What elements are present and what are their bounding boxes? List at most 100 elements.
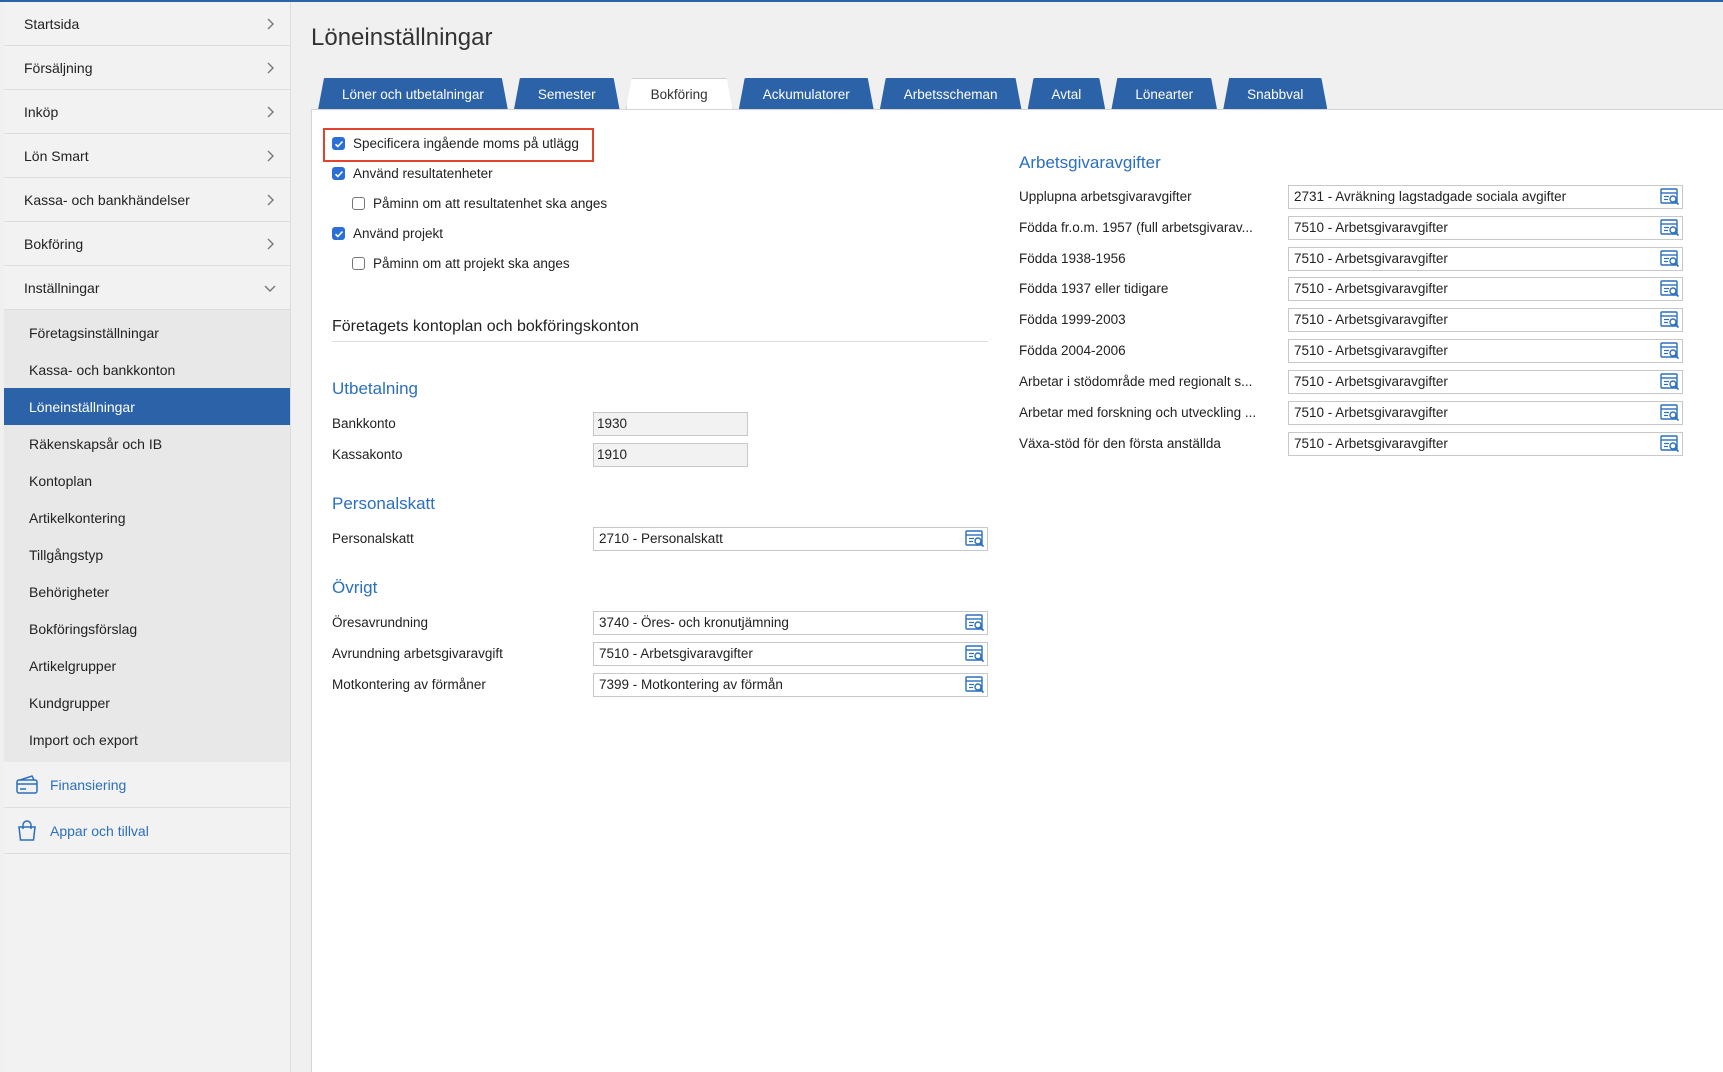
fodda-1957-account-input[interactable]: 7510 - Arbetsgivaravgifter (1288, 216, 1683, 240)
chevron-right-icon (262, 236, 278, 252)
chevron-right-icon (262, 148, 278, 164)
motkontering-account-input[interactable]: 7399 - Motkontering av förmån (593, 673, 988, 697)
account-value: 3740 - Öres- och kronutjämning (599, 615, 789, 630)
sidebar-item-import-export[interactable]: Import och export (4, 721, 290, 758)
account-value: 7510 - Arbetsgivaravgifter (1294, 405, 1448, 420)
sidebar-item-kassa-bankkonton[interactable]: Kassa- och bankkonton (4, 351, 290, 388)
nav-item-bokforing[interactable]: Bokföring (4, 222, 290, 266)
checkbox-use-result-units[interactable] (332, 167, 345, 180)
personalskatt-account-input[interactable]: 2710 - Personalskatt (593, 527, 988, 551)
fodda-1938-1956-account-input[interactable]: 7510 - Arbetsgivaravgifter (1288, 247, 1683, 271)
checkbox-label: Påminn om att resultatenhet ska anges (373, 196, 608, 211)
nav-item-label: Inköp (24, 103, 59, 120)
checkbox-row-remind-project: Påminn om att projekt ska anges (352, 256, 570, 271)
account-value: 7510 - Arbetsgivaravgifter (1294, 281, 1448, 296)
section-divider (332, 341, 988, 342)
finance-card-icon (14, 772, 40, 798)
account-lookup-icon[interactable] (1660, 435, 1680, 453)
field-label-vaxa-stod: Växa-stöd för den första anställda (1019, 436, 1221, 451)
sidebar-item-foretagsinstallningar[interactable]: Företagsinställningar (4, 314, 290, 351)
nav-item-label: Finansiering (50, 776, 127, 793)
account-lookup-icon[interactable] (965, 530, 985, 548)
fodda-2004-2006-account-input[interactable]: 7510 - Arbetsgivaravgifter (1288, 339, 1683, 363)
field-label-fodda-1957: Födda fr.o.m. 1957 (full arbetsgivarav..… (1019, 220, 1253, 235)
account-lookup-icon[interactable] (1660, 280, 1680, 298)
field-label-upplupna: Upplupna arbetsgivaravgifter (1019, 189, 1192, 204)
nav-item-forsaljning[interactable]: Försäljning (4, 46, 290, 90)
sidebar-item-kontoplan[interactable]: Kontoplan (4, 462, 290, 499)
sidebar-item-tillgangstyp[interactable]: Tillgångstyp (4, 536, 290, 573)
chevron-right-icon (262, 104, 278, 120)
nav-item-startsida[interactable]: Startsida (4, 2, 290, 46)
sidebar-item-artikelkontering[interactable]: Artikelkontering (4, 499, 290, 536)
nav-item-kassa-bankhandelser[interactable]: Kassa- och bankhändelser (4, 178, 290, 222)
tab-snabbval[interactable]: Snabbval (1223, 78, 1327, 110)
checkbox-remind-result-unit[interactable] (352, 197, 365, 210)
nav-item-finansiering[interactable]: Finansiering (4, 762, 290, 808)
account-lookup-icon[interactable] (1660, 219, 1680, 237)
account-value: 7399 - Motkontering av förmån (599, 677, 783, 692)
nav-item-label: Inställningar (24, 279, 100, 296)
nav-item-label: Försäljning (24, 59, 93, 76)
sidebar-item-rakenskapsar[interactable]: Räkenskapsår och IB (4, 425, 290, 462)
forskning-account-input[interactable]: 7510 - Arbetsgivaravgifter (1288, 401, 1683, 425)
account-lookup-icon[interactable] (1660, 342, 1680, 360)
account-value: 7510 - Arbetsgivaravgifter (1294, 220, 1448, 235)
account-lookup-icon[interactable] (1660, 373, 1680, 391)
account-lookup-icon[interactable] (965, 645, 985, 663)
checkbox-row-remind-result-unit: Påminn om att resultatenhet ska anges (352, 196, 607, 211)
field-label-fodda-2004-2006: Födda 2004-2006 (1019, 343, 1126, 358)
field-label-avrundning-arbetsgivaravgift: Avrundning arbetsgivaravgift (332, 646, 503, 661)
avrundning-arbetsgivaravgift-account-input[interactable]: 7510 - Arbetsgivaravgifter (593, 642, 988, 666)
sidebar-item-loneinstallningar[interactable]: Löneinställningar (4, 388, 290, 425)
vaxa-stod-account-input[interactable]: 7510 - Arbetsgivaravgifter (1288, 432, 1683, 456)
account-lookup-icon[interactable] (1660, 188, 1680, 206)
bankkonto-input[interactable]: 1930 (593, 412, 748, 436)
sidebar-item-artikelgrupper[interactable]: Artikelgrupper (4, 647, 290, 684)
account-value: 7510 - Arbetsgivaravgifter (1294, 374, 1448, 389)
field-label-fodda-1937: Födda 1937 eller tidigare (1019, 281, 1169, 296)
chevron-right-icon (262, 16, 278, 32)
field-label-bankkonto: Bankkonto (332, 416, 396, 431)
field-label-fodda-1938-1956: Födda 1938-1956 (1019, 251, 1126, 266)
tab-arbetsscheman[interactable]: Arbetsscheman (880, 78, 1022, 110)
group-title-utbetalning: Utbetalning (332, 379, 419, 398)
account-lookup-icon[interactable] (1660, 311, 1680, 329)
fodda-1937-account-input[interactable]: 7510 - Arbetsgivaravgifter (1288, 277, 1683, 301)
tab-bokforing[interactable]: Bokföring (626, 78, 733, 110)
field-label-fodda-1999-2003: Födda 1999-2003 (1019, 312, 1126, 327)
checkbox-remind-project[interactable] (352, 257, 365, 270)
kassakonto-input[interactable]: 1910 (593, 443, 748, 467)
account-lookup-icon[interactable] (1660, 404, 1680, 422)
nav-item-appar-tillval[interactable]: Appar och tillval (4, 808, 290, 854)
account-value: 7510 - Arbetsgivaravgifter (1294, 251, 1448, 266)
account-value: 7510 - Arbetsgivaravgifter (1294, 343, 1448, 358)
fodda-1999-2003-account-input[interactable]: 7510 - Arbetsgivaravgifter (1288, 308, 1683, 332)
sidebar-item-behorigheter[interactable]: Behörigheter (4, 573, 290, 610)
nav-item-lon-smart[interactable]: Lön Smart (4, 134, 290, 178)
checkbox-use-projects[interactable] (332, 227, 345, 240)
tab-loner-utbetalningar[interactable]: Löner och utbetalningar (318, 78, 508, 110)
field-label-forskning: Arbetar med forskning och utveckling ... (1019, 405, 1257, 420)
tab-lonearter[interactable]: Lönearter (1111, 78, 1217, 110)
sidebar-item-kundgrupper[interactable]: Kundgrupper (4, 684, 290, 721)
stodomrade-account-input[interactable]: 7510 - Arbetsgivaravgifter (1288, 370, 1683, 394)
upplupna-account-input[interactable]: 2731 - Avräkning lagstadgade sociala avg… (1288, 185, 1683, 209)
checkbox-specify-vat[interactable] (332, 137, 345, 150)
account-lookup-icon[interactable] (1660, 250, 1680, 268)
tab-avtal[interactable]: Avtal (1028, 78, 1106, 110)
tab-semester[interactable]: Semester (514, 78, 620, 110)
account-lookup-icon[interactable] (965, 676, 985, 694)
page-title: Löneinställningar (311, 24, 493, 51)
nav-item-label: Kassa- och bankhändelser (24, 191, 190, 208)
field-label-oresavrundning: Öresavrundning (332, 615, 429, 630)
account-lookup-icon[interactable] (965, 614, 985, 632)
oresavrundning-account-input[interactable]: 3740 - Öres- och kronutjämning (593, 611, 988, 635)
sidebar-item-bokforingsforslag[interactable]: Bokföringsförslag (4, 610, 290, 647)
chevron-right-icon (262, 192, 278, 208)
nav-item-inkop[interactable]: Inköp (4, 90, 290, 134)
tab-ackumulatorer[interactable]: Ackumulatorer (739, 78, 874, 110)
account-value: 7510 - Arbetsgivaravgifter (599, 646, 753, 661)
nav-item-installningar[interactable]: Inställningar (4, 266, 290, 310)
checkbox-row-specify-vat: Specificera ingående moms på utlägg (332, 136, 579, 151)
